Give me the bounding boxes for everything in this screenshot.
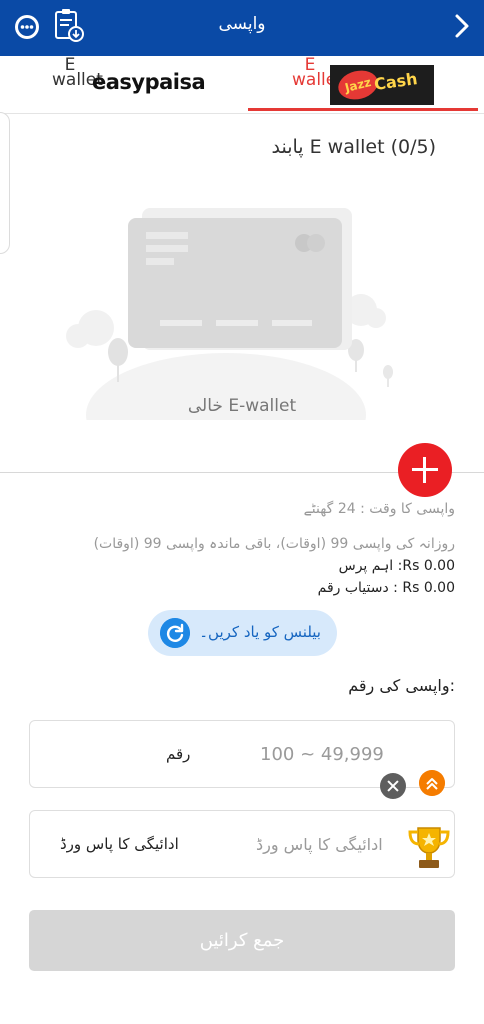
bound-wallet-heading: پابند E wallet (0/5) [271,136,436,158]
scroll-up-icon[interactable] [419,770,445,796]
page-title: واپسی [218,14,266,34]
amount-label: رقم [166,745,191,763]
withdraw-amount-title: واپسی کی رقم: [348,676,455,695]
payment-password-field: ادائیگی کا پاس ورڈ [29,810,455,878]
clear-icon[interactable] [380,773,406,799]
main-purse-balance: اہم پرس :Rs 0.00 [338,558,455,574]
jazzcash-logo: Jazz Cash [330,65,434,105]
empty-card-illustration [66,208,393,420]
empty-wallet-text: خالی E-wallet [187,396,297,416]
add-wallet-button[interactable] [398,443,452,497]
amount-input[interactable] [260,721,442,787]
trophy-icon[interactable] [404,822,454,872]
available-amount: دستیاب رقم : Rs 0.00 [317,580,455,596]
refresh-icon [160,618,190,648]
wallet-tabs: E wallet easypaisa E wallet Jazz Cash [0,56,484,114]
withdraw-time-text: واپسی کا وقت : 24 گھنٹے [303,501,455,517]
top-app-bar: واپسی [0,0,484,56]
tab-easypaisa[interactable]: E wallet easypaisa [0,56,242,114]
chevron-right-icon[interactable] [452,12,472,40]
easypaisa-logo: easypaisa [92,70,206,94]
payment-password-input[interactable] [256,811,426,877]
submit-button[interactable]: جمع کرائیں [29,910,455,971]
payment-password-label: ادائیگی کا پاس ورڈ [60,835,179,853]
daily-limit-text: روزانہ کی واپسی 99 (اوقات)، باقی ماندہ و… [93,536,455,552]
jazzcash-logo-text: Cash [372,69,419,94]
side-drawer-handle[interactable] [0,112,10,254]
tab-jazzcash[interactable]: E wallet Jazz Cash [242,56,484,114]
tab-label: E wallet [292,55,343,90]
refresh-balance-button[interactable]: بیلنس کو یاد کریں۔ [148,610,337,656]
active-tab-indicator [248,108,478,111]
refresh-balance-label: بیلنس کو یاد کریں۔ [199,623,321,641]
tab-label: E wallet [52,55,103,90]
